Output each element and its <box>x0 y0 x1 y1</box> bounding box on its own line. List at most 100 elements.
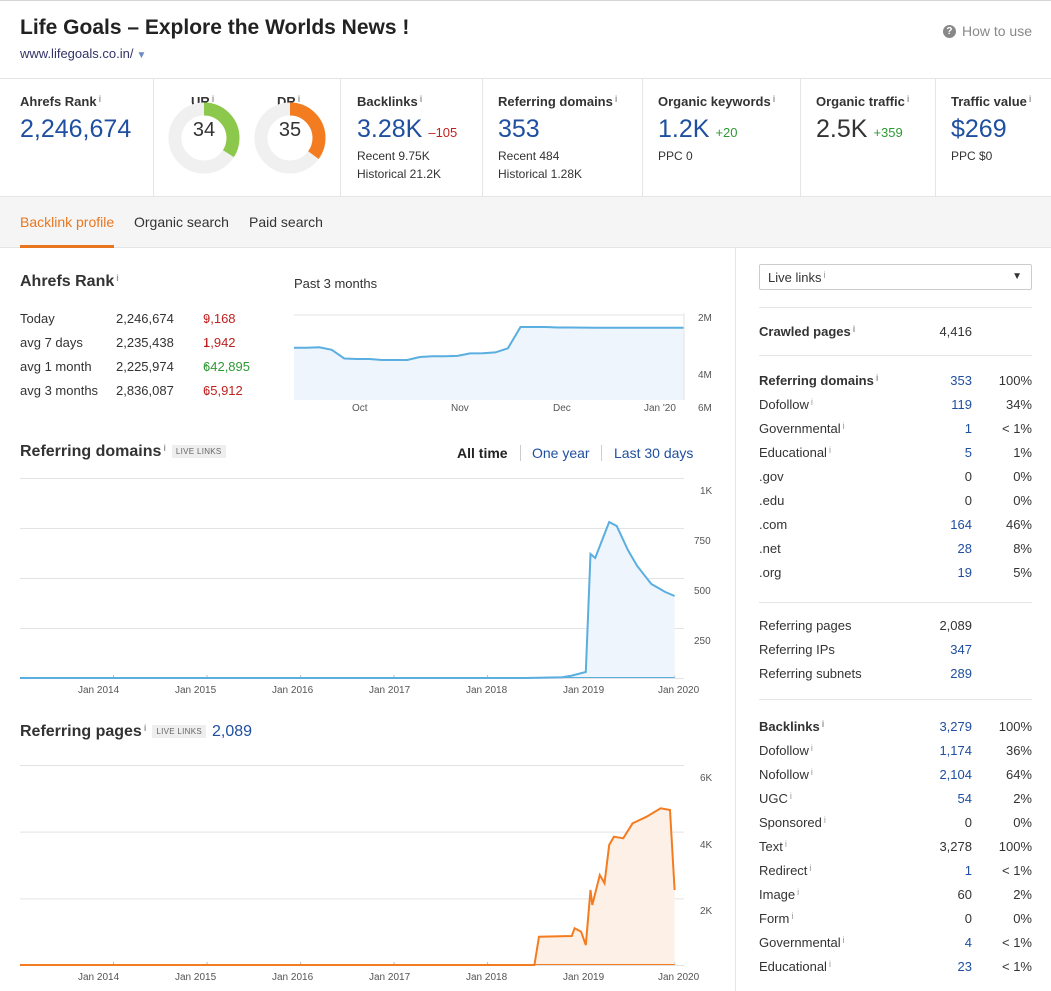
rd-x-tick: Jan 2017 <box>369 685 411 696</box>
stats-row: Dofollow i 119 34% <box>759 397 1032 417</box>
stats-value[interactable]: 54 <box>958 791 972 806</box>
rd-x-tick: Jan 2015 <box>175 685 217 696</box>
stats-divider <box>759 699 1032 700</box>
stats-row-crawled-pages: Crawled pages i 4,416 <box>759 324 1032 344</box>
info-icon[interactable]: i <box>790 791 792 801</box>
stats-row: Backlinks i 3,279 100% <box>759 719 1032 739</box>
referring-pages-chart[interactable] <box>20 765 684 967</box>
tab-backlink-profile[interactable]: Backlink profile <box>20 214 114 230</box>
info-icon[interactable]: i <box>822 719 825 729</box>
stats-value[interactable]: 19 <box>958 565 972 580</box>
stats-label: Sponsored <box>759 815 822 830</box>
stats-value[interactable]: 353 <box>950 373 972 388</box>
info-icon[interactable]: i <box>824 815 826 825</box>
info-icon[interactable]: i <box>907 94 910 104</box>
info-icon[interactable]: i <box>853 324 856 334</box>
traffic-value-value[interactable]: $269 <box>951 115 1007 144</box>
rd-x-tick: Jan 2019 <box>563 685 605 696</box>
metric-label: Ahrefs Rank <box>20 94 97 109</box>
info-icon[interactable]: i <box>163 443 166 453</box>
stats-value[interactable]: 23 <box>958 959 972 974</box>
ahrefs-rank-chart[interactable] <box>294 305 714 400</box>
stats-value[interactable]: 3,279 <box>939 719 972 734</box>
ur-value[interactable]: 34 <box>167 119 241 142</box>
info-icon[interactable]: i <box>811 767 813 777</box>
filter-all-time[interactable]: All time <box>457 445 508 461</box>
info-icon[interactable]: i <box>420 94 423 104</box>
rd-x-tick: Jan 2020 <box>658 685 700 696</box>
stats-percent: 100% <box>998 719 1032 734</box>
stats-value[interactable]: 2,104 <box>939 767 972 782</box>
stats-value[interactable]: 4 <box>965 935 972 950</box>
metric-ur-dr: UR i 34 DR i 35 <box>154 79 341 197</box>
rank-y-tick: 6M <box>698 403 712 414</box>
rp-x-tick: Jan 2018 <box>466 972 508 983</box>
ahrefs-rank-value[interactable]: 2,246,674 <box>20 115 131 144</box>
rank-row-value: 2,225,974 <box>116 359 174 374</box>
stats-value[interactable]: 28 <box>958 541 972 556</box>
referring-domains-title: Referring domains <box>20 443 162 460</box>
stats-row: .org 19 5% <box>759 565 1032 585</box>
stats-value[interactable]: 1,174 <box>939 743 972 758</box>
stats-percent: 5% <box>1013 565 1032 580</box>
info-icon[interactable]: i <box>829 445 831 455</box>
info-icon[interactable]: i <box>99 94 102 104</box>
referring-domains-chart[interactable] <box>20 478 684 680</box>
info-icon[interactable]: i <box>1029 94 1032 104</box>
filter-one-year[interactable]: One year <box>532 445 590 461</box>
stats-row: UGC i 54 2% <box>759 791 1032 811</box>
info-icon[interactable]: i <box>811 397 813 407</box>
rank-row-delta: 65,912 <box>203 383 243 398</box>
metric-label: Referring domains <box>498 94 613 109</box>
stats-value[interactable]: 1 <box>965 863 972 878</box>
rd-y-tick: 750 <box>694 536 711 547</box>
organic-traffic-value[interactable]: 2.5K <box>816 115 867 143</box>
info-icon[interactable]: i <box>809 863 811 873</box>
backlinks-value[interactable]: 3.28K <box>357 115 422 143</box>
metric-organic-traffic: Organic traffic i 2.5K +359 <box>801 79 936 197</box>
referring-domains-value[interactable]: 353 <box>498 115 540 144</box>
stats-value[interactable]: 119 <box>951 397 972 412</box>
info-icon[interactable]: i <box>791 911 793 921</box>
referring-pages-count[interactable]: 2,089 <box>212 723 252 740</box>
tab-organic-search[interactable]: Organic search <box>134 214 229 230</box>
organic-keywords-value[interactable]: 1.2K <box>658 115 709 143</box>
rank-row-7-days: avg 7 days 2,235,438 ↓ 1,942 <box>20 335 270 355</box>
stats-value[interactable]: 5 <box>965 445 972 460</box>
site-url-dropdown[interactable]: www.lifegoals.co.in/▼ <box>20 46 146 61</box>
tab-paid-search[interactable]: Paid search <box>249 214 323 230</box>
stats-percent: 100% <box>998 839 1032 854</box>
help-icon: ? <box>942 24 956 38</box>
info-icon[interactable]: i <box>829 959 831 969</box>
stats-row: Referring pages 2,089 <box>759 618 1032 638</box>
stats-value[interactable]: 1 <box>965 421 972 436</box>
metrics-bar: Ahrefs Rank i 2,246,674 UR i 34 DR i 35 Bac… <box>0 78 1051 197</box>
info-icon[interactable]: i <box>773 94 776 104</box>
live-links-select[interactable]: Live links i ▼ <box>759 264 1032 290</box>
info-icon[interactable]: i <box>615 94 618 104</box>
rank-x-tick: Dec <box>553 403 571 414</box>
rank-x-tick: Oct <box>352 403 368 414</box>
stats-label: Referring IPs <box>759 642 835 657</box>
info-icon[interactable]: i <box>876 373 879 383</box>
stats-value[interactable]: 289 <box>950 666 972 681</box>
rank-x-tick: Nov <box>451 403 469 414</box>
dr-value[interactable]: 35 <box>253 119 327 142</box>
info-icon[interactable]: i <box>797 887 799 897</box>
stats-value[interactable]: 164 <box>950 517 972 532</box>
stats-percent: 8% <box>1013 541 1032 556</box>
rank-row-label: avg 3 months <box>20 383 99 398</box>
info-icon[interactable]: i <box>843 421 845 431</box>
stats-value[interactable]: 347 <box>950 642 972 657</box>
how-to-use-link[interactable]: ? How to use <box>942 23 1032 39</box>
metric-label: Traffic value <box>951 94 1027 109</box>
chevron-down-icon: ▼ <box>136 50 147 61</box>
stats-row: Dofollow i 1,174 36% <box>759 743 1032 763</box>
rank-row-label: avg 7 days <box>20 335 83 350</box>
info-icon[interactable]: i <box>785 839 787 849</box>
info-icon[interactable]: i <box>811 743 813 753</box>
info-icon[interactable]: i <box>144 723 147 733</box>
info-icon[interactable]: i <box>116 273 119 283</box>
info-icon[interactable]: i <box>843 935 845 945</box>
filter-last-30-days[interactable]: Last 30 days <box>614 445 693 461</box>
